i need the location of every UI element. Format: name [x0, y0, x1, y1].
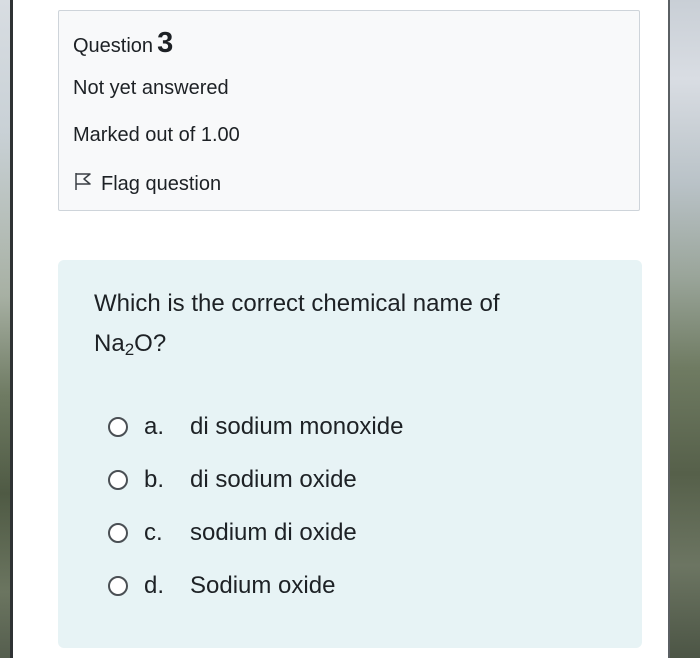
flag-question-label: Flag question [101, 172, 222, 195]
question-text: Which is the correct chemical name of Na… [94, 284, 614, 370]
formula-subscript: 2 [124, 340, 135, 359]
option-letter: b. [144, 466, 165, 493]
question-number: 3 [157, 27, 174, 59]
formula-main: Na [94, 330, 125, 357]
flag-icon [73, 171, 101, 197]
answer-option-c[interactable]: c. sodium di oxide [108, 519, 357, 547]
answer-option-b[interactable]: b. di sodium oxide [108, 466, 357, 494]
radio-unchecked-icon[interactable] [108, 470, 128, 490]
question-state: Not yet answered [73, 77, 229, 99]
chemical-formula: Na2O? [94, 330, 167, 359]
option-letter: c. [144, 519, 163, 546]
question-heading: Question 3 [73, 27, 173, 60]
background-edge-left [10, 0, 13, 658]
background-photo-right [668, 0, 700, 658]
answer-option-d[interactable]: d. Sodium oxide [108, 572, 335, 600]
radio-unchecked-icon[interactable] [108, 523, 128, 543]
radio-unchecked-icon[interactable] [108, 576, 128, 596]
option-text: sodium di oxide [190, 519, 357, 546]
radio-unchecked-icon[interactable] [108, 417, 128, 437]
option-letter: d. [144, 572, 165, 599]
question-grade: Marked out of 1.00 [73, 124, 240, 146]
question-label: Question [73, 35, 154, 57]
option-text: Sodium oxide [190, 572, 336, 599]
question-info-panel: Question 3 Not yet answered Marked out of… [58, 10, 640, 211]
formula-tail: O? [134, 330, 167, 357]
answer-option-a[interactable]: a. di sodium monoxide [108, 413, 403, 441]
question-prompt: Which is the correct chemical name of [94, 290, 500, 317]
flag-question-link[interactable]: Flag question [73, 171, 221, 197]
question-content: Which is the correct chemical name of Na… [58, 260, 642, 648]
option-text: di sodium monoxide [190, 413, 404, 440]
option-letter: a. [144, 413, 165, 440]
option-text: di sodium oxide [190, 466, 357, 493]
